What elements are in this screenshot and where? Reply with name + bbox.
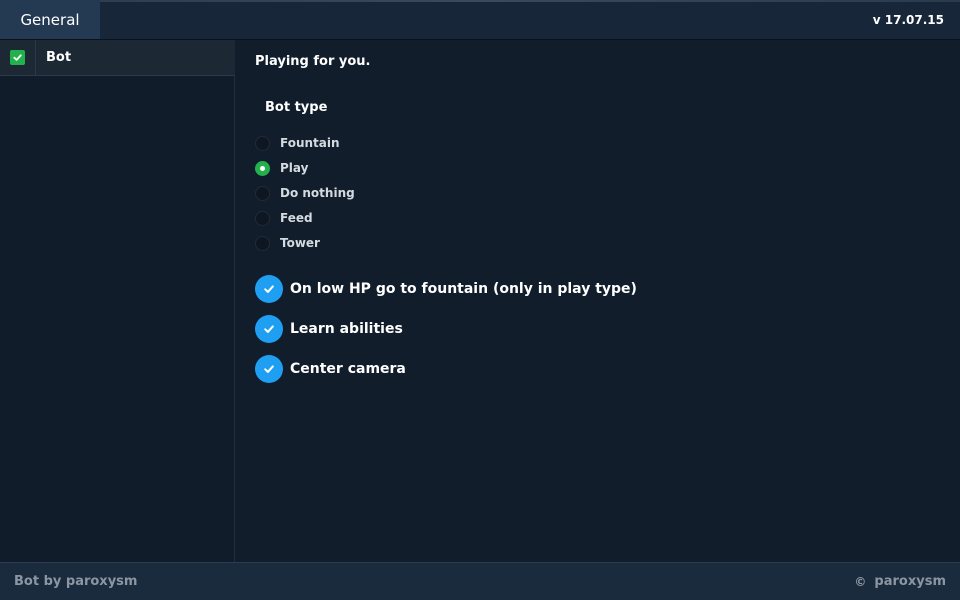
- checkbox-label: Center camera: [290, 361, 406, 377]
- version-label: v 17.07.15: [872, 13, 944, 27]
- checkbox-low-hp-fountain[interactable]: On low HP go to fountain (only in play t…: [255, 275, 637, 303]
- radio-tower[interactable]: Tower: [255, 234, 320, 252]
- footer-author: paroxysm: [874, 574, 946, 589]
- footer-credit: Bot by paroxysm: [14, 574, 138, 589]
- radio-label: Play: [280, 161, 309, 175]
- radio-label: Tower: [280, 236, 320, 250]
- checkbox-learn-abilities[interactable]: Learn abilities: [255, 315, 403, 343]
- footer: Bot by paroxysm © paroxysm: [0, 562, 960, 600]
- footer-copyright: © paroxysm: [854, 563, 946, 600]
- bot-type-title: Bot type: [265, 100, 328, 115]
- radio-do-nothing[interactable]: Do nothing: [255, 184, 355, 202]
- checkbox-center-camera[interactable]: Center camera: [255, 355, 406, 383]
- radio-feed[interactable]: Feed: [255, 209, 313, 227]
- radio-label: Feed: [280, 211, 313, 225]
- sidebar-item-bot[interactable]: Bot: [0, 40, 235, 76]
- radio-unselected-icon[interactable]: [255, 135, 270, 151]
- checkbox-label: On low HP go to fountain (only in play t…: [290, 281, 637, 297]
- radio-play[interactable]: Play: [255, 159, 308, 177]
- checkmark-icon[interactable]: [255, 315, 283, 343]
- top-bar: General v 17.07.15: [0, 0, 960, 40]
- radio-selected-icon[interactable]: [255, 160, 270, 176]
- radio-unselected-icon[interactable]: [255, 185, 270, 201]
- checkbox-checked-icon[interactable]: [10, 50, 25, 65]
- radio-unselected-icon[interactable]: [255, 210, 270, 226]
- copyright-icon: ©: [854, 574, 867, 589]
- radio-label: Do nothing: [280, 186, 355, 200]
- checkmark-icon[interactable]: [255, 355, 283, 383]
- main-content: Playing for you. Bot type Fountain Play …: [236, 40, 960, 562]
- checkbox-label: Learn abilities: [290, 321, 403, 337]
- radio-label: Fountain: [280, 136, 340, 150]
- radio-unselected-icon[interactable]: [255, 235, 270, 251]
- page-subtitle: Playing for you.: [255, 54, 371, 69]
- tab-general-label: General: [20, 10, 80, 29]
- sidebar-item-label: Bot: [46, 50, 72, 65]
- sidebar-item-checkbox-cell[interactable]: [0, 40, 36, 75]
- radio-fountain[interactable]: Fountain: [255, 134, 340, 152]
- checkmark-icon[interactable]: [255, 275, 283, 303]
- sidebar: Bot: [0, 40, 235, 562]
- tab-general[interactable]: General: [0, 0, 100, 39]
